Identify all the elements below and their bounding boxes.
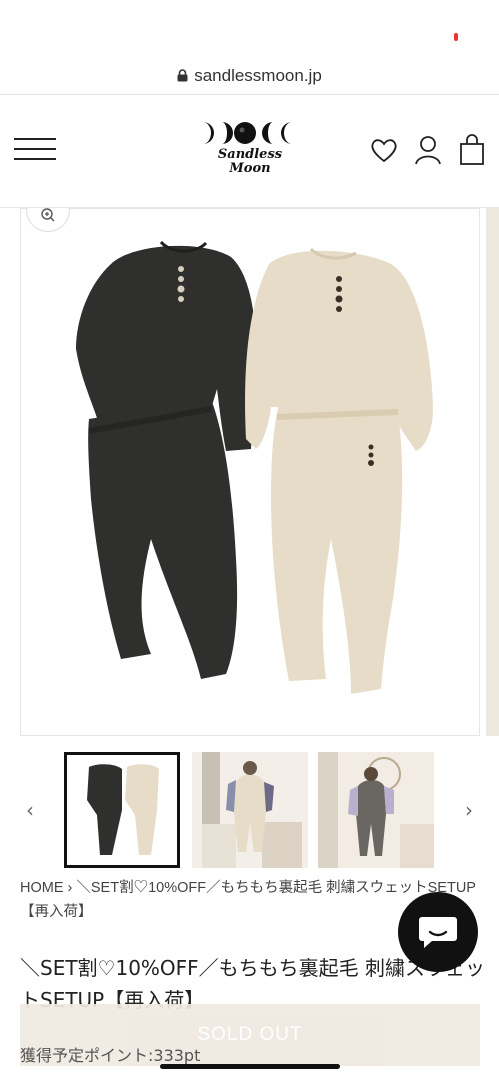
home-indicator[interactable] (160, 1064, 340, 1069)
cart-icon[interactable] (457, 134, 487, 166)
thumbnail-next-arrow[interactable]: › (459, 798, 479, 822)
logo-text-line1: Sandless (217, 147, 283, 162)
chat-button[interactable] (398, 892, 478, 972)
recording-indicator (454, 33, 458, 41)
breadcrumb-separator: › (63, 880, 77, 896)
site-header: Sandless Moon (0, 96, 499, 208)
url-display[interactable]: sandlessmoon.jp (0, 66, 499, 86)
thumbnail-prev-arrow[interactable]: ‹ (20, 798, 40, 822)
setup-illustration (76, 240, 433, 694)
lock-icon (177, 69, 188, 82)
moon-phases-icon (203, 122, 292, 144)
chat-icon (419, 917, 457, 948)
main-product-image[interactable] (20, 208, 480, 736)
site-logo[interactable]: Sandless Moon (190, 118, 310, 188)
url-text: sandlessmoon.jp (194, 66, 322, 85)
reward-points: 獲得予定ポイント:333pt (20, 1046, 201, 1065)
menu-icon[interactable] (14, 138, 56, 162)
thumbnail-carousel: ‹ › (0, 752, 499, 870)
thumbnail-1[interactable] (64, 752, 180, 868)
zoom-icon (41, 208, 55, 222)
browser-url-bar[interactable]: sandlessmoon.jp (0, 0, 499, 95)
account-icon[interactable] (413, 134, 443, 166)
breadcrumb-home-link[interactable]: HOME (20, 880, 64, 896)
thumbnail-2[interactable] (192, 752, 308, 868)
thumbnail-3[interactable] (318, 752, 434, 868)
heart-icon[interactable] (369, 134, 399, 166)
logo-text-line2: Moon (229, 161, 271, 176)
next-image-peek (486, 208, 499, 736)
